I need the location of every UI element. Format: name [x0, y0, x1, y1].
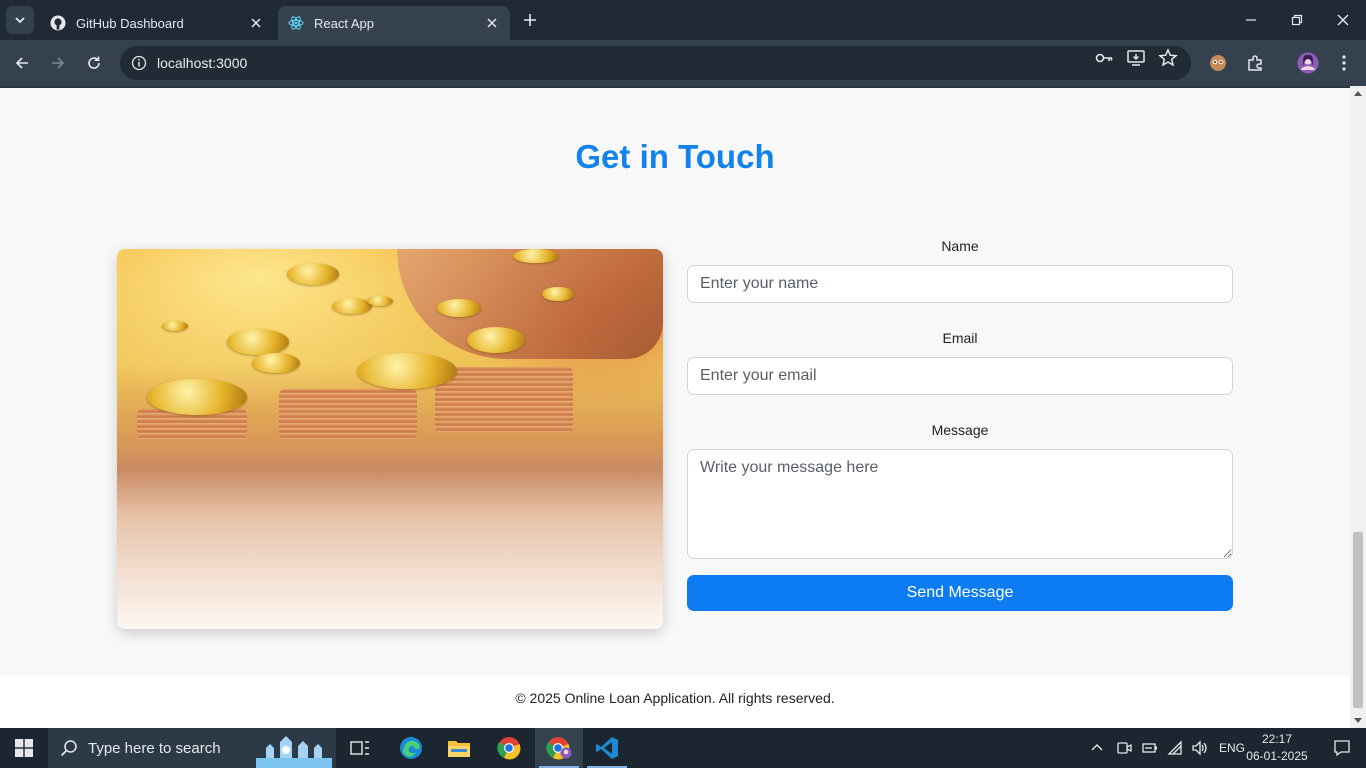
contact-form: Name Email Message Send Message [687, 236, 1233, 611]
windows-logo-icon [15, 739, 33, 757]
hand-shape [397, 249, 663, 359]
file-explorer-icon [448, 741, 470, 757]
url-text: localhost:3000 [157, 55, 248, 71]
chrome-icon [497, 737, 521, 760]
language-indicator[interactable]: ENG [1219, 741, 1245, 755]
wifi-icon[interactable] [1167, 740, 1185, 756]
taskbar-clock[interactable]: 22:17 06-01-2025 [1244, 731, 1310, 765]
minimize-icon [1246, 19, 1256, 21]
scroll-down-icon[interactable] [1354, 718, 1362, 723]
extension-avatar-icon[interactable] [1204, 49, 1232, 77]
restore-icon [1291, 14, 1303, 26]
install-app-icon[interactable] [1126, 48, 1146, 68]
github-icon [50, 15, 66, 31]
edge-app[interactable] [387, 728, 435, 768]
search-highlight-icon [256, 736, 332, 768]
tab-github-dashboard[interactable]: GitHub Dashboard [40, 6, 274, 40]
send-message-button[interactable]: Send Message [687, 575, 1233, 611]
edge-icon [400, 737, 422, 759]
name-label: Name [941, 238, 979, 254]
chevron-up-icon[interactable] [1090, 741, 1104, 755]
browser-toolbar: localhost:3000 [0, 40, 1366, 86]
plus-icon [524, 14, 536, 26]
browser-tab-bar: GitHub Dashboard React App [0, 0, 1366, 40]
windows-taskbar: Type here to search ENG 22:17 06-01-2025 [0, 728, 1366, 768]
coins-stack-photo [117, 249, 663, 629]
vscode-icon [596, 737, 618, 759]
task-view-button[interactable] [336, 728, 384, 768]
email-label: Email [942, 330, 978, 346]
close-tab-icon[interactable] [248, 15, 264, 31]
page-title: Get in Touch [575, 138, 775, 175]
password-key-icon[interactable] [1094, 48, 1114, 68]
system-tray: ENG [1090, 728, 1245, 768]
tab-title: React App [314, 15, 374, 31]
scrollbar-thumb[interactable] [1353, 532, 1363, 708]
volume-icon[interactable] [1191, 740, 1209, 756]
notifications-button[interactable] [1318, 728, 1366, 768]
chrome-app[interactable] [485, 728, 533, 768]
footer: © 2025 Online Loan Application. All righ… [0, 677, 1350, 728]
close-tab-icon[interactable] [484, 15, 500, 31]
battery-plug-icon[interactable] [1141, 740, 1159, 756]
new-tab-button[interactable] [518, 8, 542, 32]
meet-now-icon[interactable] [1116, 740, 1132, 756]
profile-avatar[interactable] [1294, 49, 1322, 77]
tab-title: GitHub Dashboard [76, 15, 184, 31]
reload-button[interactable] [80, 49, 108, 77]
file-explorer-app[interactable] [435, 728, 483, 768]
close-icon [1337, 14, 1349, 26]
restore-button[interactable] [1274, 0, 1320, 40]
back-button[interactable] [8, 49, 36, 77]
notification-icon [1334, 740, 1350, 757]
scroll-up-icon[interactable] [1354, 91, 1362, 96]
extensions-puzzle-icon[interactable] [1241, 49, 1269, 77]
minimize-button[interactable] [1228, 0, 1274, 40]
taskbar-search[interactable]: Type here to search [48, 728, 336, 768]
page-scrollbar[interactable] [1350, 86, 1366, 728]
chevron-down-icon [15, 17, 25, 24]
more-vertical-icon [1342, 55, 1346, 71]
name-input[interactable] [687, 265, 1233, 303]
tab-search-button[interactable] [6, 6, 34, 34]
email-input[interactable] [687, 357, 1233, 395]
bookmark-star-icon[interactable] [1158, 48, 1178, 68]
forward-button[interactable] [44, 49, 72, 77]
tab-react-app[interactable]: React App [278, 6, 510, 40]
address-bar[interactable]: localhost:3000 [120, 46, 1191, 80]
contact-page: Get in Touch Name Email Message Send Mes… [0, 86, 1350, 728]
browser-menu-button[interactable] [1330, 49, 1358, 77]
search-placeholder: Type here to search [88, 739, 221, 757]
close-window-button[interactable] [1320, 0, 1366, 40]
reload-icon [88, 56, 100, 69]
vscode-app[interactable] [583, 728, 631, 768]
chrome-profile-app[interactable] [535, 728, 583, 768]
react-icon [288, 15, 304, 31]
site-info-icon[interactable] [130, 54, 148, 72]
search-icon [60, 739, 78, 757]
arrow-right-icon [52, 57, 65, 69]
start-button[interactable] [0, 728, 48, 768]
clock-time: 22:17 [1261, 732, 1293, 746]
message-textarea[interactable] [687, 449, 1233, 559]
task-view-icon [350, 741, 369, 755]
message-label: Message [931, 422, 989, 438]
clock-date: 06-01-2025 [1246, 749, 1308, 763]
arrow-left-icon [15, 57, 28, 69]
chrome-profile-icon [546, 737, 572, 760]
